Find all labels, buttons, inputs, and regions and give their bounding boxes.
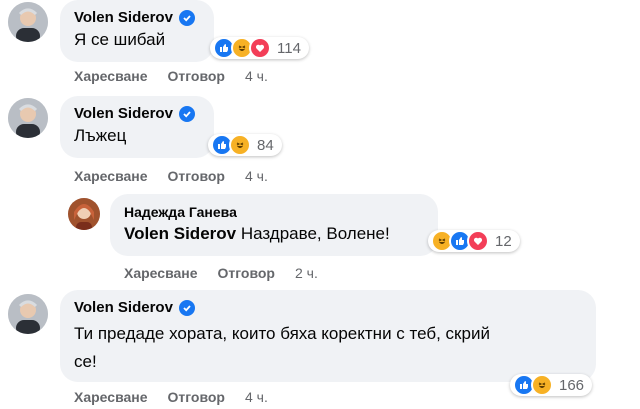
reaction-count: 84 bbox=[257, 136, 274, 154]
reply-button[interactable]: Отговор bbox=[218, 265, 275, 281]
comment-author[interactable]: Volen Siderov bbox=[74, 298, 173, 318]
timestamp[interactable]: 4 ч. bbox=[245, 389, 268, 405]
avatar[interactable] bbox=[8, 294, 48, 334]
reply-button[interactable]: Отговор bbox=[168, 168, 225, 184]
haha-reaction-icon bbox=[229, 134, 251, 156]
love-reaction-icon bbox=[249, 37, 271, 59]
comment-actions: Харесване Отговор 4 ч. bbox=[74, 68, 268, 84]
comment-text: Я се шибай bbox=[74, 30, 166, 49]
timestamp[interactable]: 2 ч. bbox=[295, 265, 318, 281]
like-button[interactable]: Харесване bbox=[74, 68, 148, 84]
reaction-summary[interactable]: 166 bbox=[510, 374, 593, 396]
verified-badge-icon bbox=[178, 106, 195, 122]
like-button[interactable]: Харесване bbox=[74, 168, 148, 184]
mention-link[interactable]: Volen Siderov bbox=[124, 224, 236, 243]
comment-bubble: Надежда Ганева Volen Siderov Наздраве, В… bbox=[110, 194, 438, 256]
verified-badge-icon bbox=[178, 10, 195, 26]
verified-badge-icon bbox=[178, 300, 195, 316]
reaction-count: 12 bbox=[495, 232, 512, 250]
like-button[interactable]: Харесване bbox=[74, 389, 148, 405]
avatar[interactable] bbox=[8, 2, 48, 42]
reply-button[interactable]: Отговор bbox=[168, 389, 225, 405]
comment-bubble: Volen Siderov Я се шибай bbox=[60, 0, 214, 62]
comment-actions: Харесване Отговор 2 ч. bbox=[124, 265, 318, 281]
comment-actions: Харесване Отговор 4 ч. bbox=[74, 389, 268, 405]
like-button[interactable]: Харесване bbox=[124, 265, 198, 281]
comment-text: Лъжец bbox=[74, 126, 127, 145]
avatar[interactable] bbox=[8, 98, 48, 138]
comment-text: Наздраве, Волене! bbox=[240, 224, 390, 243]
love-reaction-icon bbox=[467, 230, 489, 252]
comment-text-line: се! bbox=[74, 352, 97, 371]
timestamp[interactable]: 4 ч. bbox=[245, 68, 268, 84]
reply-button[interactable]: Отговор bbox=[168, 68, 225, 84]
reaction-count: 166 bbox=[559, 376, 585, 394]
reaction-count: 114 bbox=[277, 39, 301, 57]
comment-bubble: Volen Siderov Ти предаде хората, които б… bbox=[60, 290, 596, 382]
haha-reaction-icon bbox=[531, 374, 553, 396]
timestamp[interactable]: 4 ч. bbox=[245, 168, 268, 184]
avatar[interactable] bbox=[68, 198, 100, 230]
reaction-summary[interactable]: 114 bbox=[210, 37, 309, 59]
reaction-summary[interactable]: 12 bbox=[428, 230, 520, 252]
reaction-summary[interactable]: 84 bbox=[208, 134, 282, 156]
comment-text-line: Ти предаде хората, които бяха коректни с… bbox=[74, 324, 490, 343]
comment-bubble: Volen Siderov Лъжец bbox=[60, 96, 214, 158]
comment-author[interactable]: Volen Siderov bbox=[74, 8, 173, 28]
comment-author[interactable]: Volen Siderov bbox=[74, 104, 173, 124]
comment-author[interactable]: Надежда Ганева bbox=[124, 202, 237, 222]
comment-actions: Харесване Отговор 4 ч. bbox=[74, 168, 268, 184]
